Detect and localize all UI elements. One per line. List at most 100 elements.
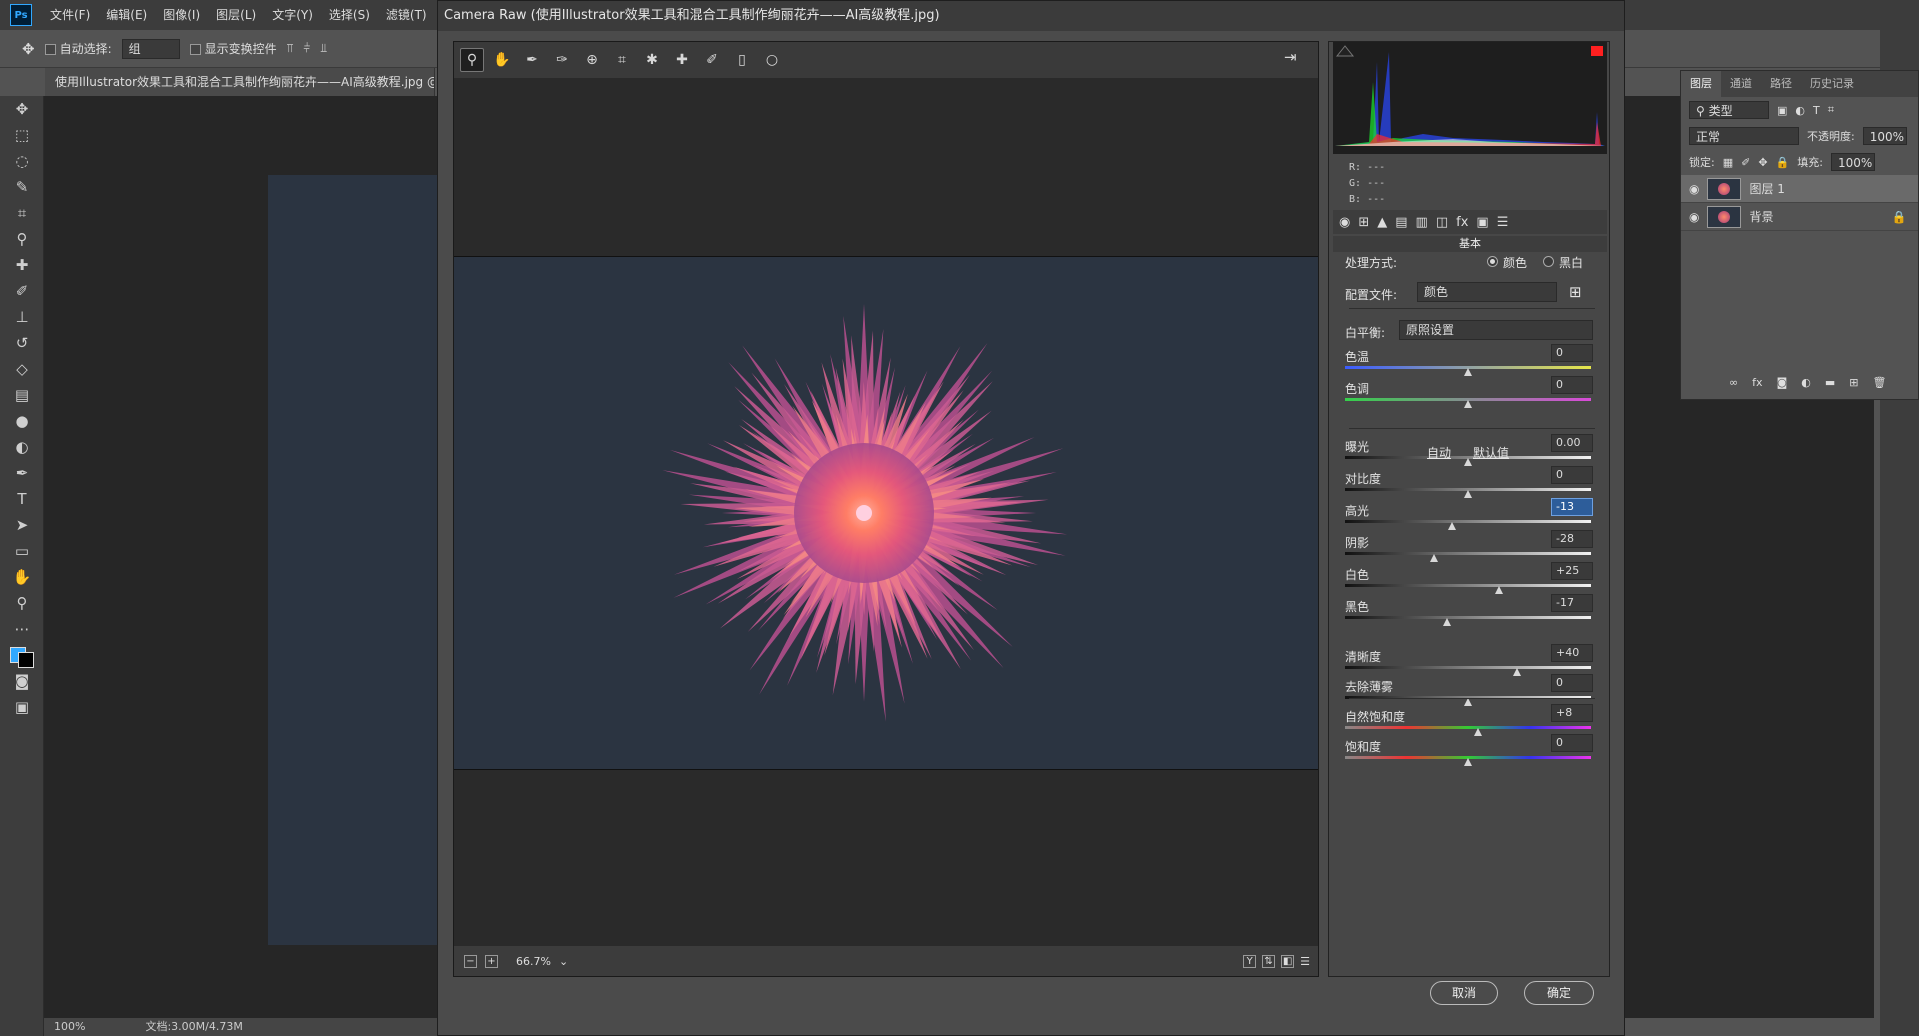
transform-tool-icon[interactable]: ⌗ [610,48,634,72]
lock-position-icon[interactable]: ✥ [1758,156,1767,169]
slider-track[interactable] [1345,552,1591,555]
blur-tool-icon[interactable]: ● [0,408,44,434]
move-tool-icon[interactable]: ✥ [22,40,35,58]
default-button[interactable]: 默认值 [1473,444,1509,461]
crop-tool-icon[interactable]: ⌗ [0,200,44,226]
slider-value-input[interactable]: +25 [1551,562,1593,580]
slider-value-input[interactable]: -28 [1551,530,1593,548]
eyedropper-tool-icon[interactable]: ⚲ [0,226,44,252]
camera-calibration-icon[interactable]: ▣ [1476,215,1488,230]
effects-fx-icon[interactable]: fx [1456,215,1468,230]
rectangle-tool-icon[interactable]: ▭ [0,538,44,564]
align-top-icon[interactable]: ⫪ [287,41,294,56]
tab-paths[interactable]: 路径 [1761,71,1801,97]
slider-thumb[interactable] [1464,458,1472,466]
add-mask-icon[interactable]: ◙ [1777,376,1788,389]
align-middle-icon[interactable]: ⫩ [303,41,310,56]
slider-thumb[interactable] [1464,490,1472,498]
new-group-icon[interactable]: ▬ [1825,376,1835,389]
slider-track[interactable] [1345,666,1591,669]
dodge-tool-icon[interactable]: ◐ [0,434,44,460]
auto-button[interactable]: 自动 [1427,444,1451,461]
hsl-panel-icon[interactable]: ▤ [1395,215,1407,230]
history-brush-icon[interactable]: ↺ [0,330,44,356]
basic-panel-icon[interactable]: ◉ [1339,215,1350,230]
layer-row-background[interactable]: ◉ 背景 🔒 [1681,203,1918,231]
layer-row-1[interactable]: ◉ 图层 1 [1681,175,1918,203]
ok-button[interactable]: 确定 [1524,981,1594,1005]
slider-thumb[interactable] [1464,368,1472,376]
filter-type-icon[interactable]: T [1813,104,1820,117]
delete-layer-icon[interactable]: 🗑 [1872,376,1886,389]
new-layer-icon[interactable]: ⊞ [1849,376,1858,389]
auto-select-option[interactable]: 自动选择: [44,40,112,57]
slider-track[interactable] [1345,616,1591,619]
copy-settings-icon[interactable]: ◧ [1281,954,1295,968]
slider-thumb[interactable] [1443,618,1452,626]
quick-select-tool-icon[interactable]: ✎ [0,174,44,200]
filter-adjust-icon[interactable]: ◐ [1795,104,1805,117]
presets-icon[interactable]: ☰ [1497,215,1509,230]
blend-mode-dropdown[interactable]: 正常 [1689,127,1799,145]
open-preferences-icon[interactable]: ⇥ [1284,48,1297,66]
slider-thumb[interactable] [1464,698,1472,706]
align-bottom-icon[interactable]: ⫫ [320,41,327,56]
swap-before-after-icon[interactable]: ⇅ [1262,954,1276,968]
tone-curve-icon[interactable]: ⊞ [1358,215,1369,230]
visibility-eye-icon[interactable]: ◉ [1689,182,1699,196]
gradient-tool-icon[interactable]: ▤ [0,382,44,408]
type-tool-icon[interactable]: T [0,486,44,512]
screen-mode-icon[interactable]: ▣ [0,694,44,720]
layer-filter-dropdown[interactable]: ⚲ 类型 [1689,101,1769,119]
slider-value-input[interactable]: 0 [1551,344,1593,362]
slider-thumb[interactable] [1494,586,1503,594]
slider-thumb[interactable] [1448,522,1456,530]
spot-removal-tool-icon[interactable]: ✱ [640,48,664,72]
menu-layer[interactable]: 图层(L) [208,0,264,30]
show-transform-option[interactable]: 显示变换控件 [189,40,277,57]
menu-filter[interactable]: 滤镜(T) [378,0,435,30]
auto-select-dropdown[interactable]: 组 [121,38,180,59]
tab-layers[interactable]: 图层 [1681,71,1721,97]
slider-value-input[interactable]: 0.00 [1551,434,1593,452]
lock-paint-icon[interactable]: ✐ [1741,156,1750,169]
cancel-button[interactable]: 取消 [1430,981,1498,1005]
visibility-eye-icon[interactable]: ◉ [1689,210,1699,224]
slider-thumb[interactable] [1513,668,1522,676]
adjustment-layer-icon[interactable]: ◐ [1801,376,1811,389]
zoom-value[interactable]: 66.7% [516,955,551,968]
slider-thumb[interactable] [1473,728,1482,736]
stamp-tool-icon[interactable]: ⊥ [0,304,44,330]
red-eye-tool-icon[interactable]: ✚ [670,48,694,72]
fill-input[interactable]: 100% [1830,153,1875,171]
slider-track[interactable] [1345,726,1591,729]
hand-tool-icon[interactable]: ✋ [0,564,44,590]
white-balance-dropdown[interactable]: 原照设置 [1399,320,1593,340]
slider-value-input[interactable]: 0 [1551,376,1593,394]
zoom-tool-icon[interactable]: ⚲ [0,590,44,616]
zoom-in-button[interactable]: + [485,954,498,968]
zoom-dropdown-chevron-icon[interactable]: ⌄ [559,955,568,968]
lens-corrections-icon[interactable]: ◫ [1436,215,1448,230]
brush-tool-icon[interactable]: ✐ [0,278,44,304]
filter-shape-icon[interactable]: ⌗ [1828,103,1834,117]
path-select-icon[interactable]: ➤ [0,512,44,538]
menu-edit[interactable]: 编辑(E) [98,0,155,30]
preview-settings-icon[interactable]: ☰ [1300,955,1310,968]
before-after-y-icon[interactable]: Y [1243,954,1257,968]
color-swatches[interactable] [0,642,44,668]
marquee-tool-icon[interactable]: ⬚ [0,122,44,148]
menu-file[interactable]: 文件(F) [42,0,98,30]
slider-thumb[interactable] [1429,554,1438,562]
lasso-tool-icon[interactable]: ◌ [0,148,44,174]
color-sampler-tool-icon[interactable]: ✑ [550,48,574,72]
slider-thumb[interactable] [1464,400,1472,408]
filter-pixel-icon[interactable]: ▣ [1777,104,1787,117]
slider-value-input[interactable]: +40 [1551,644,1593,662]
eraser-tool-icon[interactable]: ◇ [0,356,44,382]
healing-tool-icon[interactable]: ✚ [0,252,44,278]
quick-mask-icon[interactable]: ◙ [0,668,44,694]
slider-value-input[interactable]: 0 [1551,674,1593,692]
hand-tool-icon[interactable]: ✋ [490,48,514,72]
graduated-filter-icon[interactable]: ▯ [730,48,754,72]
